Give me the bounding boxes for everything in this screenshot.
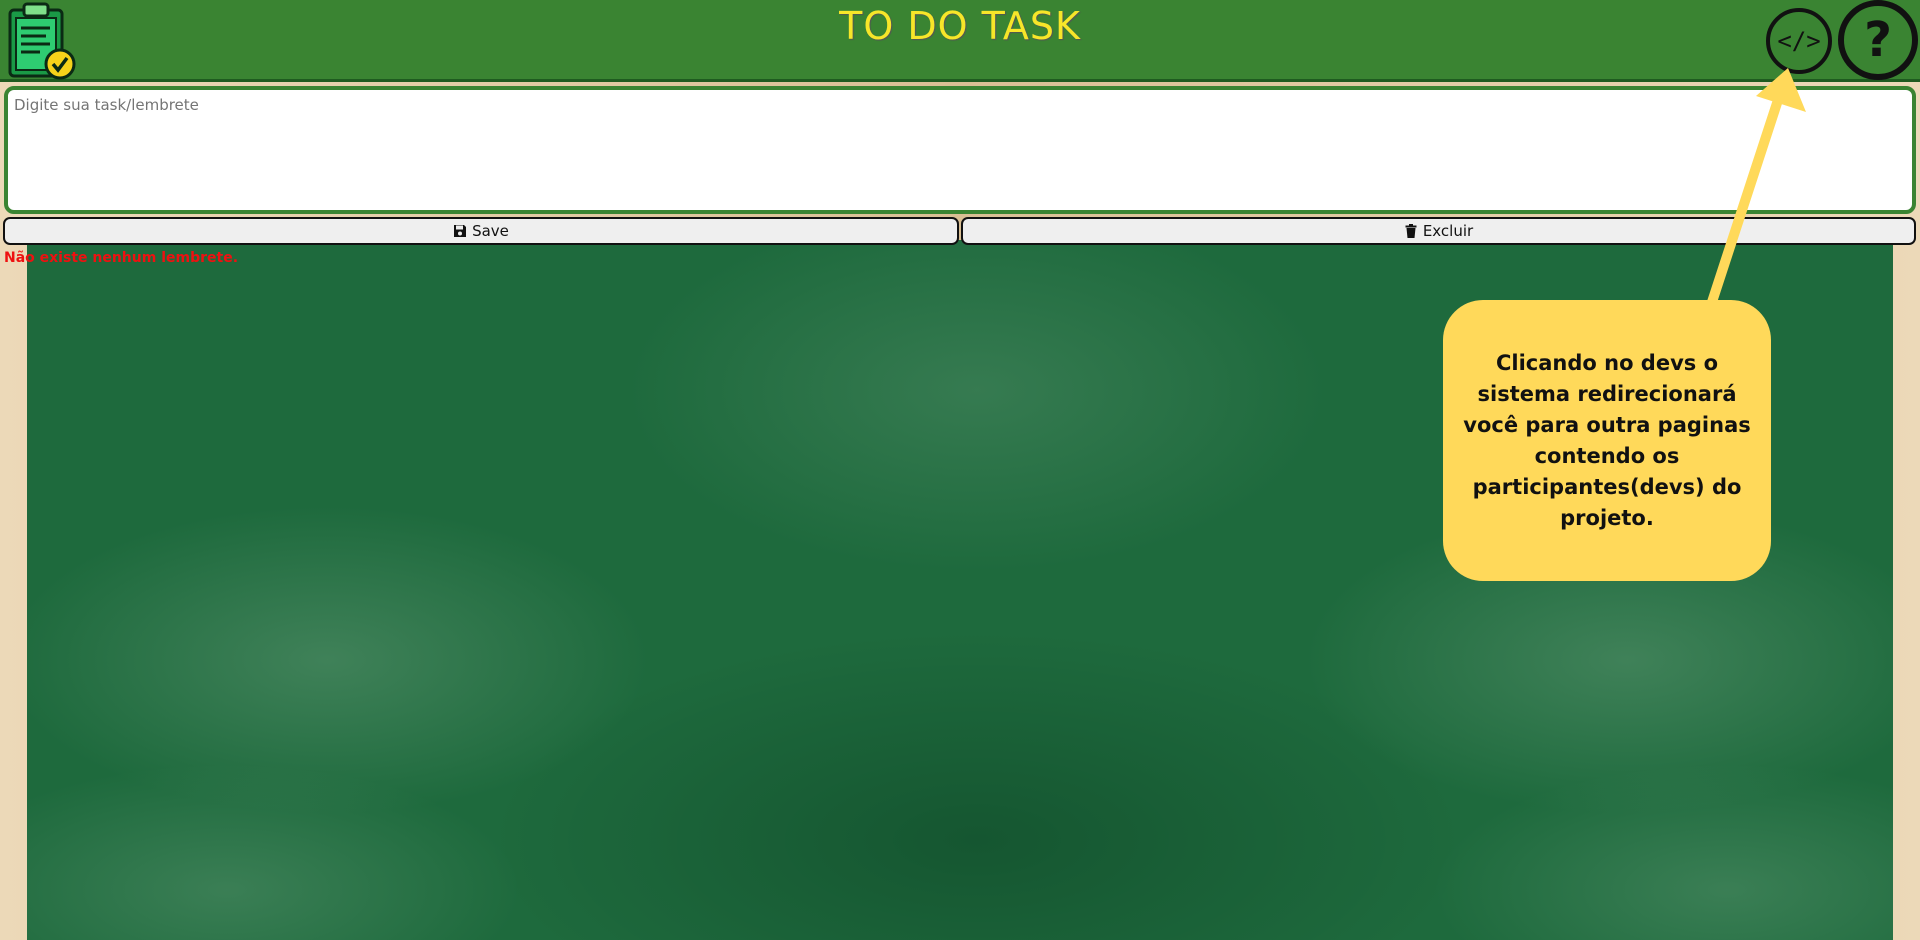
tooltip-arrow — [1707, 68, 1806, 307]
floppy-disk-icon — [454, 225, 467, 237]
empty-status-message: Não existe nenhum lembrete. — [4, 250, 239, 266]
code-icon: </> — [1777, 27, 1821, 55]
header-bar: TO DO TASK </> ? — [0, 0, 1920, 82]
save-button[interactable]: Save — [3, 217, 959, 245]
delete-label: Excluir — [1422, 222, 1474, 240]
question-icon: ? — [1864, 12, 1892, 68]
help-button[interactable]: ? — [1838, 0, 1918, 80]
save-label: Save — [472, 222, 509, 240]
page-title: TO DO TASK — [839, 4, 1081, 48]
clipboard-check-icon — [8, 2, 76, 80]
tooltip-text: Clicando no devs o sistema redirecionará… — [1463, 350, 1751, 530]
trash-icon — [1405, 224, 1417, 238]
task-input[interactable] — [4, 86, 1916, 214]
devs-tooltip: Clicando no devs o sistema redirecionará… — [1443, 300, 1771, 581]
